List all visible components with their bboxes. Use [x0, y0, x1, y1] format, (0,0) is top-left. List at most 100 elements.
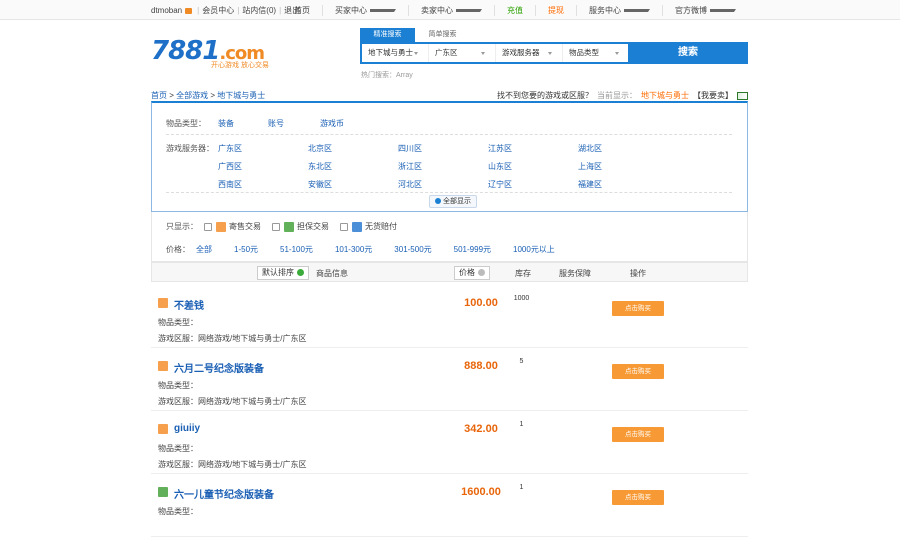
search-server-select[interactable]: 游戏服务器 [496, 44, 563, 62]
server-option[interactable]: 辽宁区 [488, 179, 568, 190]
product-price: 888.00 [464, 360, 498, 372]
server-option[interactable]: 上海区 [578, 161, 658, 172]
chevron-down-icon [481, 52, 485, 55]
product-type: 物品类型： [158, 381, 198, 390]
top-nav-link[interactable]: 官方微博 [662, 5, 748, 16]
show-all-button[interactable]: 全部显示 [429, 195, 477, 208]
price-sort-button[interactable]: 价格 [454, 266, 490, 280]
only-show-label: 只显示： [166, 222, 198, 231]
table-row: 六月二号纪念版装备物品类型： 游戏区服：网络游戏/地下城与勇士/广东区 888.00… [151, 348, 748, 411]
buy-button[interactable]: 点击购买 [612, 490, 664, 505]
buy-button[interactable]: 点击购买 [612, 364, 664, 379]
product-stock: 5 [519, 358, 524, 365]
trade-filter-option[interactable]: 无货赔付 [340, 221, 397, 232]
server-option[interactable]: 山东区 [488, 161, 568, 172]
product-title[interactable]: giuiiy [174, 423, 200, 434]
top-nav: 首页 买家中心 卖家中心 充值 提现 服务中心 官方微博 [282, 5, 748, 16]
server-option[interactable]: 西南区 [218, 179, 298, 190]
product-title[interactable]: 不差钱 [174, 297, 204, 312]
chevron-down-icon [456, 9, 482, 13]
checkbox[interactable] [204, 222, 212, 231]
mail-icon [185, 7, 193, 14]
buy-button[interactable]: 点击购买 [612, 427, 664, 442]
server-option[interactable]: 东北区 [308, 161, 388, 172]
table-row: 不差钱 物品类型： 游戏区服：网络游戏/地下城与勇士/广东区 100.00 1000 点击… [151, 285, 748, 348]
want-sell-link[interactable]: 【我要卖】 [693, 90, 733, 101]
price-range-option[interactable]: 全部 [196, 244, 212, 255]
username[interactable]: dtmoban [151, 6, 182, 15]
buy-button[interactable]: 点击购买 [612, 301, 664, 316]
price-range-option[interactable]: 501-999元 [454, 244, 491, 255]
price-range-option[interactable]: 301-500元 [394, 244, 431, 255]
price-filter: 价格： 全部 1-50元 51-100元 101-300元 301-500元 501-99… [166, 244, 577, 255]
options-panel: 只显示： 寄售交易 担保交易 无货赔付 价格： 全部 1-50元 51-100元 101-… [151, 212, 748, 262]
server-option[interactable]: 安徽区 [308, 179, 388, 190]
product-stock: 1 [519, 484, 524, 491]
breadcrumb-home[interactable]: 首页 [151, 91, 167, 100]
price-range-option[interactable]: 1-50元 [234, 244, 258, 255]
price-range-option[interactable]: 1000元以上 [513, 244, 555, 255]
server-option[interactable]: 河北区 [398, 179, 478, 190]
server-option[interactable]: 浙江区 [398, 161, 478, 172]
product-type: 物品类型： [158, 507, 198, 516]
chevron-down-icon [414, 52, 418, 55]
arrow-up-icon [297, 269, 304, 276]
search-type-select[interactable]: 物品类型 [563, 44, 630, 62]
server-option[interactable]: 北京区 [308, 143, 388, 154]
server-option[interactable]: 广东区 [218, 143, 298, 154]
not-found-text: 找不到您要的游戏或区服？ [497, 91, 593, 100]
trade-type-icon [284, 221, 294, 232]
top-bar: dtmoban | 会员中心 | 站内信(0) | 退出 首页 买家中心 卖家中心充… [0, 0, 900, 20]
product-price: 1600.00 [461, 486, 501, 498]
chevron-down-icon [370, 9, 396, 13]
item-type-currency[interactable]: 游戏币 [320, 118, 344, 129]
top-nav-link[interactable]: 服务中心 [576, 5, 662, 16]
product-area: 游戏区服：网络游戏/地下城与勇士/广东区 [158, 397, 307, 406]
member-center-link[interactable]: 会员中心 [202, 5, 234, 16]
tab-precise-search[interactable]: 精准搜索 [360, 28, 415, 42]
default-sort-button[interactable]: 默认排序 [257, 266, 309, 280]
product-title[interactable]: 六月二号纪念版装备 [174, 360, 264, 375]
search-button[interactable]: 搜索 [628, 42, 748, 64]
search-area-select[interactable]: 广东区 [429, 44, 496, 62]
price-label: 价格： [166, 245, 190, 254]
checkbox[interactable] [340, 222, 348, 231]
breadcrumb-current[interactable]: 地下城与勇士 [217, 91, 265, 100]
top-nav-link[interactable]: 首页 [282, 5, 322, 16]
site-logo[interactable]: 7881.com 开心游戏 放心交易 [151, 36, 269, 69]
product-stock: 1000 [513, 295, 530, 302]
server-option[interactable]: 湖北区 [578, 143, 658, 154]
product-title[interactable]: 六一儿童节纪念版装备 [174, 486, 274, 501]
top-nav-link[interactable]: 买家中心 [322, 5, 408, 16]
chart-icon[interactable] [737, 91, 748, 100]
tab-simple-search[interactable]: 简单搜索 [415, 28, 470, 42]
top-nav-link[interactable]: 充值 [494, 5, 535, 16]
messages-link[interactable]: 站内信(0) [242, 5, 276, 16]
item-type-account[interactable]: 账号 [268, 118, 284, 129]
trade-type-icon [216, 221, 226, 232]
server-option[interactable]: 四川区 [398, 143, 478, 154]
chevron-down-icon [624, 9, 650, 13]
breadcrumb: 首页 > 全部游戏 > 地下城与勇士 找不到您要的游戏或区服？ 当前显示： 地下… [151, 88, 748, 102]
search-tabs: 精准搜索 简单搜索 [360, 28, 470, 42]
trade-filter-option[interactable]: 担保交易 [272, 221, 329, 232]
server-option[interactable]: 江苏区 [488, 143, 568, 154]
top-nav-link[interactable]: 提现 [535, 5, 576, 16]
hot-search: 热门搜索：Array [361, 72, 413, 79]
server-option[interactable]: 福建区 [578, 179, 658, 190]
checkbox[interactable] [272, 222, 280, 231]
search-game-select[interactable]: 地下城与勇士 [362, 44, 429, 62]
chevron-down-icon [710, 9, 736, 13]
logo-slogan: 开心游戏 放心交易 [211, 62, 269, 69]
breadcrumb-all-games[interactable]: 全部游戏 [176, 91, 208, 100]
chevron-down-icon [548, 52, 552, 55]
top-nav-link[interactable]: 卖家中心 [408, 5, 494, 16]
server-option[interactable]: 广西区 [218, 161, 298, 172]
server-label: 游戏服务器： [166, 144, 214, 153]
showing-label: 当前显示： [597, 91, 637, 100]
price-range-option[interactable]: 51-100元 [280, 244, 313, 255]
item-type-equipment[interactable]: 装备 [218, 118, 234, 129]
trade-filter-option[interactable]: 寄售交易 [204, 221, 261, 232]
product-type: 物品类型： [158, 444, 198, 453]
price-range-option[interactable]: 101-300元 [335, 244, 372, 255]
